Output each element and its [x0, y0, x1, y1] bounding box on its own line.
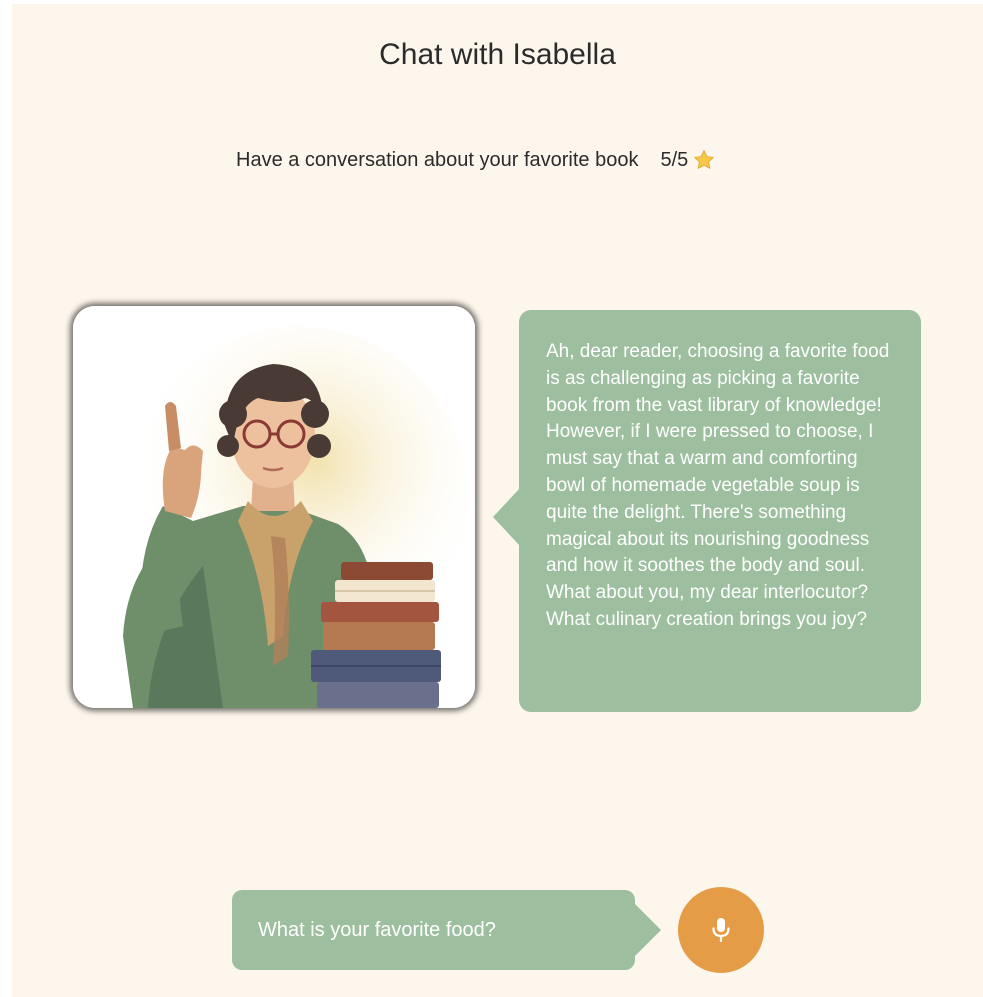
star-icon: [693, 149, 715, 171]
mic-button[interactable]: [678, 887, 764, 973]
user-message: What is your favorite food?: [232, 890, 635, 970]
task-description: Have a conversation about your favorite …: [236, 148, 639, 171]
assistant-bubble-tail: [493, 488, 520, 546]
assistant-message: Ah, dear reader, choosing a favorite foo…: [519, 310, 921, 712]
score-value: 5/5: [660, 148, 689, 171]
page-title: Chat with Isabella: [379, 38, 616, 71]
teacher-portrait-icon: [73, 306, 475, 708]
chat-page: Chat with Isabella Have a conversation a…: [12, 4, 983, 997]
task-row: Have a conversation about your favorite …: [236, 147, 715, 173]
avatar: [73, 306, 475, 708]
microphone-icon: [712, 918, 730, 943]
user-bubble-tail: [634, 903, 661, 957]
score-badge: 5/5: [660, 149, 715, 172]
